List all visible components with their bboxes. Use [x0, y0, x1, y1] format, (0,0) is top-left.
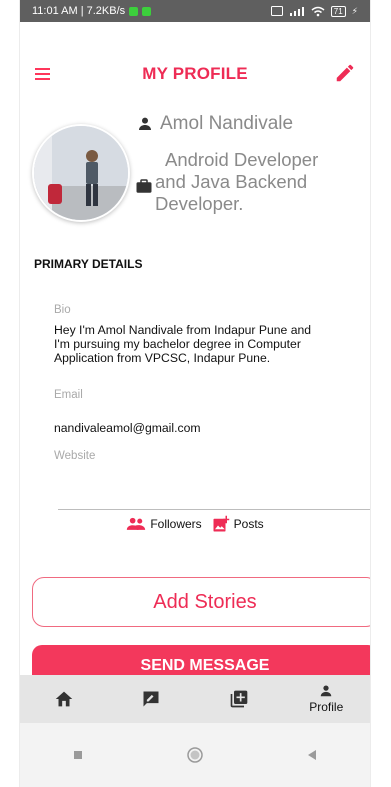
edit-button[interactable]: [334, 62, 356, 84]
square-icon: [74, 751, 83, 759]
section-title: PRIMARY DETAILS: [34, 257, 143, 271]
bio-line: Application from VPCSC, Indapur Pune.: [54, 351, 271, 365]
sim-icon: [270, 6, 283, 16]
bio-value: Hey I'm Amol Nandivale from Indapur Pune…: [54, 323, 369, 365]
profile-name: Amol Nandivale: [160, 113, 294, 134]
library-add-icon: [230, 690, 248, 708]
back-triangle-icon: [307, 750, 316, 760]
bio-line: I'm pursuing my bachelor degree in Compu…: [54, 337, 301, 351]
back-button[interactable]: [297, 740, 327, 770]
menu-button[interactable]: [34, 64, 54, 84]
headline-line: Developer.: [155, 193, 244, 214]
chat-icon: [143, 691, 159, 707]
circle-icon: [187, 747, 203, 763]
phone-screen: 11:01 AM | 7.2KB/s 71 ⚡ MY PROFILE Amol …: [20, 0, 370, 787]
bio-label: Bio: [54, 304, 71, 316]
profile-avatar[interactable]: [32, 124, 130, 222]
notification-icon: [142, 6, 152, 16]
add-stories-button[interactable]: Add Stories: [32, 577, 370, 627]
status-right: 71 ⚡: [270, 5, 358, 17]
profile-headline: Android Developer and Java Backend Devel…: [155, 149, 365, 215]
nav-home[interactable]: [20, 675, 108, 723]
system-navigation: [20, 723, 370, 787]
status-bar: 11:01 AM | 7.2KB/s 71 ⚡: [20, 0, 370, 22]
wifi-icon: [311, 6, 325, 16]
followers-icon: [127, 517, 146, 530]
nav-profile-label: Profile: [309, 700, 344, 714]
home-icon: [55, 691, 72, 707]
posts-label: Posts: [233, 517, 264, 531]
divider: [58, 509, 370, 510]
battery-icon: 71: [330, 5, 346, 17]
pencil-icon: [336, 64, 354, 82]
headline-line: Android Developer: [165, 149, 319, 170]
person-icon: [139, 117, 151, 130]
person-icon: [321, 685, 332, 697]
nav-messages[interactable]: [108, 675, 196, 723]
status-time-speed: 11:01 AM | 7.2KB/s: [32, 5, 126, 17]
briefcase-icon: [136, 179, 152, 193]
followers-label: Followers: [150, 517, 202, 531]
recents-button[interactable]: [63, 740, 93, 770]
add-photo-icon: [213, 515, 229, 532]
nav-profile[interactable]: Profile: [283, 675, 371, 723]
status-left: 11:01 AM | 7.2KB/s: [32, 5, 152, 17]
email-label: Email: [54, 389, 83, 401]
avatar-photo: [34, 126, 128, 220]
charging-icon: ⚡: [351, 5, 358, 16]
email-value: nandivaleamol@gmail.com: [54, 421, 201, 435]
website-label: Website: [54, 450, 96, 462]
bio-line: Hey I'm Amol Nandivale from Indapur Pune…: [54, 323, 312, 337]
followers-stat[interactable]: Followers: [126, 517, 202, 531]
stats-row: Followers Posts: [20, 514, 370, 534]
bottom-navigation: Profile: [20, 675, 370, 723]
nav-add[interactable]: [195, 675, 283, 723]
headline-line: and Java Backend: [155, 171, 308, 192]
posts-stat[interactable]: Posts: [212, 515, 264, 533]
signal-icon: [289, 7, 304, 16]
page-title: MY PROFILE: [142, 64, 248, 83]
home-system-button[interactable]: [180, 740, 210, 770]
app-header: MY PROFILE: [20, 48, 370, 100]
notification-icon: [129, 6, 139, 16]
